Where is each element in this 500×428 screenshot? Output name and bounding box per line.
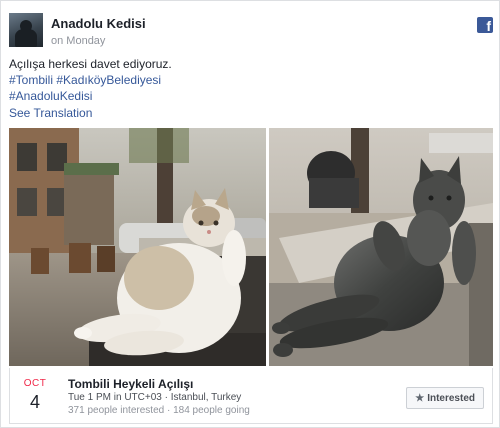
- interested-button[interactable]: ★ Interested: [406, 387, 484, 409]
- photo-grid: [9, 128, 493, 366]
- event-stats: 371 people interested · 184 people going: [68, 405, 250, 416]
- cat-photo-illustration: [9, 128, 266, 366]
- post-message: Açılışa herkesi davet ediyoruz. #Tombili…: [9, 56, 493, 104]
- event-title[interactable]: Tombili Heykeli Açılışı: [68, 377, 193, 391]
- post-header: Anadolu Kedisi on Monday f: [9, 9, 493, 49]
- cat-photo[interactable]: [9, 128, 266, 366]
- event-time-location: Tue 1 PM in UTC+03 · Istanbul, Turkey: [68, 392, 242, 403]
- avatar-cat-body: [15, 29, 37, 47]
- see-translation-link[interactable]: See Translation: [9, 106, 92, 120]
- event-month: OCT: [23, 378, 47, 389]
- facebook-post: Anadolu Kedisi on Monday f Açılışa herke…: [0, 0, 500, 428]
- interested-label: Interested: [427, 393, 475, 404]
- cat-statue-photo[interactable]: [269, 128, 493, 366]
- hashtags-line-1: #Tombili #KadıköyBelediyesi: [9, 72, 493, 88]
- event-day: 4: [29, 392, 40, 412]
- star-icon: ★: [415, 393, 425, 404]
- author-name[interactable]: Anadolu Kedisi: [51, 16, 146, 31]
- hashtag-link-anadolukedisi[interactable]: #AnadoluKedisi: [9, 89, 92, 103]
- post-timestamp[interactable]: on Monday: [51, 35, 105, 47]
- hashtag-links[interactable]: #Tombili #KadıköyBelediyesi: [9, 73, 161, 87]
- event-card[interactable]: OCT 4 Tombili Heykeli Açılışı Tue 1 PM i…: [9, 368, 493, 424]
- facebook-icon[interactable]: f: [477, 17, 493, 33]
- avatar[interactable]: [9, 13, 43, 47]
- message-text: Açılışa herkesi davet ediyoruz.: [9, 57, 172, 71]
- hashtags-line-2: #AnadoluKedisi: [9, 88, 493, 104]
- cat-statue-illustration: [269, 128, 493, 366]
